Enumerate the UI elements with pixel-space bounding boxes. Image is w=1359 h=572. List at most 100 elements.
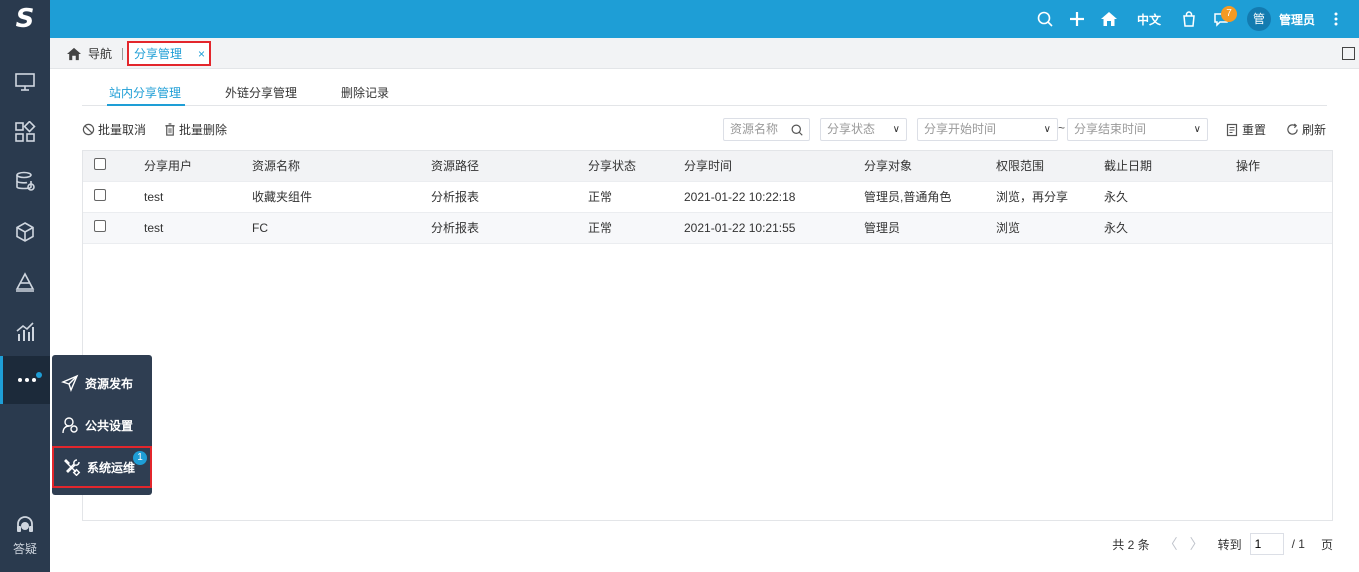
resource-name-input[interactable]: 资源名称: [723, 118, 810, 141]
total-count: 共 2 条: [1112, 537, 1150, 552]
monitor-icon: [15, 73, 35, 91]
notification-dot: [36, 372, 42, 378]
row-checkbox[interactable]: [94, 189, 106, 201]
message-button[interactable]: 7: [1205, 0, 1237, 38]
subtab-delete-records[interactable]: 删除记录: [341, 84, 389, 101]
sidebar-item-data[interactable]: [0, 158, 50, 206]
batch-cancel-label: 批量取消: [98, 122, 147, 137]
search-icon: [1037, 11, 1053, 27]
date-range-separator: ~: [1058, 121, 1066, 135]
menu-item-public-settings-label: 公共设置: [85, 418, 134, 433]
sidebar-item-model[interactable]: [0, 208, 50, 256]
sidebar-item-monitor[interactable]: [0, 58, 50, 106]
bar-chart-icon: [16, 322, 34, 341]
share-start-time-placeholder: 分享开始时间: [924, 122, 997, 136]
headset-icon: [17, 516, 33, 532]
table-row[interactable]: test 收藏夹组件 分析报表 正常 2021-01-22 10:22:18 管…: [83, 182, 1332, 213]
sidebar-item-charts[interactable]: [0, 308, 50, 356]
header-share-target[interactable]: 分享对象: [864, 151, 912, 181]
select-all-checkbox[interactable]: [94, 158, 106, 170]
help-label: 答疑: [12, 542, 37, 556]
header-share-status[interactable]: 分享状态: [588, 151, 636, 181]
tab-share-management[interactable]: 分享管理 ×: [127, 41, 211, 66]
system-ops-badge: 1: [133, 451, 147, 465]
grid-apps-icon: [15, 121, 36, 142]
cell-share-user: test: [144, 190, 164, 204]
cell-resource-path: 分析报表: [431, 221, 480, 235]
nav-home-tab[interactable]: 导航: [66, 38, 112, 69]
share-end-time-placeholder: 分享结束时间: [1074, 122, 1147, 136]
refresh-label: 刷新: [1302, 123, 1327, 137]
cell-share-target: 管理员: [864, 221, 901, 235]
close-icon[interactable]: ×: [198, 47, 205, 61]
batch-delete-label: 批量删除: [179, 122, 228, 137]
left-sidebar: S 答疑: [0, 0, 50, 572]
more-menu-button[interactable]: [1329, 0, 1343, 38]
cell-permission-scope: 浏览: [996, 221, 1021, 235]
subtab-internal-share[interactable]: 站内分享管理: [109, 84, 181, 101]
row-checkbox[interactable]: [94, 220, 106, 232]
tab-share-management-label: 分享管理: [134, 47, 183, 61]
header-resource-name[interactable]: 资源名称: [252, 151, 300, 181]
next-page-icon[interactable]: 〉: [1190, 534, 1204, 554]
language-switch[interactable]: 中文: [1125, 11, 1173, 28]
batch-toolbar: 批量取消 批量删除: [82, 119, 245, 139]
refresh-icon: [1287, 123, 1298, 135]
cell-share-status: 正常: [588, 190, 613, 204]
cube-icon: [16, 222, 34, 242]
total-pages: / 1: [1291, 537, 1305, 551]
cell-resource-name: 收藏夹组件: [252, 190, 313, 204]
share-status-placeholder: 分享状态: [827, 122, 876, 136]
table-header-row: 分享用户 资源名称 资源路径 分享状态 分享时间 分享对象 权限范围 截止日期 …: [83, 151, 1332, 182]
header-expiry-date[interactable]: 截止日期: [1104, 151, 1152, 181]
chevron-down-icon: ∨: [1043, 124, 1051, 135]
subtab-external-share[interactable]: 外链分享管理: [225, 84, 297, 101]
app-logo[interactable]: S: [0, 0, 50, 38]
add-button[interactable]: [1061, 0, 1093, 38]
top-bar: 中文 7 管 管理员: [50, 0, 1359, 38]
share-start-time-select[interactable]: 分享开始时间 ∨: [917, 118, 1058, 141]
chevron-down-icon: ∨: [892, 124, 900, 135]
header-actions: 操作: [1236, 159, 1261, 173]
batch-delete-button[interactable]: 批量删除: [164, 121, 227, 138]
header-resource-path[interactable]: 资源路径: [431, 151, 479, 181]
menu-item-resource-publish[interactable]: 资源发布: [52, 363, 152, 403]
prev-page-icon[interactable]: 〈: [1164, 534, 1178, 554]
table-row[interactable]: test FC 分析报表 正常 2021-01-22 10:21:55 管理员 …: [83, 213, 1332, 244]
cell-permission-scope: 浏览，再分享: [996, 190, 1069, 204]
cell-share-time: 2021-01-22 10:22:18: [684, 190, 796, 204]
maximize-icon[interactable]: [1342, 47, 1355, 60]
avatar[interactable]: 管: [1246, 7, 1271, 31]
sidebar-item-more[interactable]: [0, 356, 50, 404]
sidebar-item-layers[interactable]: [0, 258, 50, 306]
active-tab-indicator: [107, 104, 185, 106]
chevron-down-icon: ∨: [1193, 124, 1201, 135]
page-number-input[interactable]: [1249, 533, 1284, 555]
layers-icon: [15, 272, 35, 292]
user-name[interactable]: 管理员: [1279, 11, 1315, 28]
reset-button[interactable]: 重置: [1226, 121, 1266, 138]
pagination: 共 2 条 〈 〉 转到 / 1 页: [1112, 533, 1333, 555]
menu-item-system-ops-label: 系统运维: [87, 460, 136, 475]
home-button[interactable]: [1093, 0, 1125, 38]
header-share-user[interactable]: 分享用户: [144, 151, 192, 181]
refresh-button[interactable]: 刷新: [1286, 121, 1326, 138]
menu-item-system-ops[interactable]: 系统运维 1: [52, 446, 152, 488]
search-button[interactable]: [1029, 0, 1061, 38]
share-status-select[interactable]: 分享状态 ∨: [820, 118, 907, 141]
header-permission-scope[interactable]: 权限范围: [996, 151, 1044, 181]
tools-icon: [64, 459, 81, 476]
home-icon: [1100, 12, 1117, 26]
sidebar-item-apps[interactable]: [0, 108, 50, 156]
goto-label: 转到: [1217, 537, 1242, 552]
bag-button[interactable]: [1173, 0, 1205, 38]
more-menu-popover: 资源发布 公共设置 系统运维 1: [52, 355, 152, 495]
menu-item-resource-publish-label: 资源发布: [85, 376, 134, 391]
batch-cancel-button[interactable]: 批量取消: [82, 121, 146, 138]
cell-expiry-date: 永久: [1104, 190, 1129, 204]
header-share-time[interactable]: 分享时间: [684, 151, 732, 181]
share-end-time-select[interactable]: 分享结束时间 ∨: [1067, 118, 1208, 141]
help-button[interactable]: 答疑: [0, 515, 50, 565]
cell-resource-name: FC: [252, 221, 268, 235]
menu-item-public-settings[interactable]: 公共设置: [52, 405, 152, 445]
